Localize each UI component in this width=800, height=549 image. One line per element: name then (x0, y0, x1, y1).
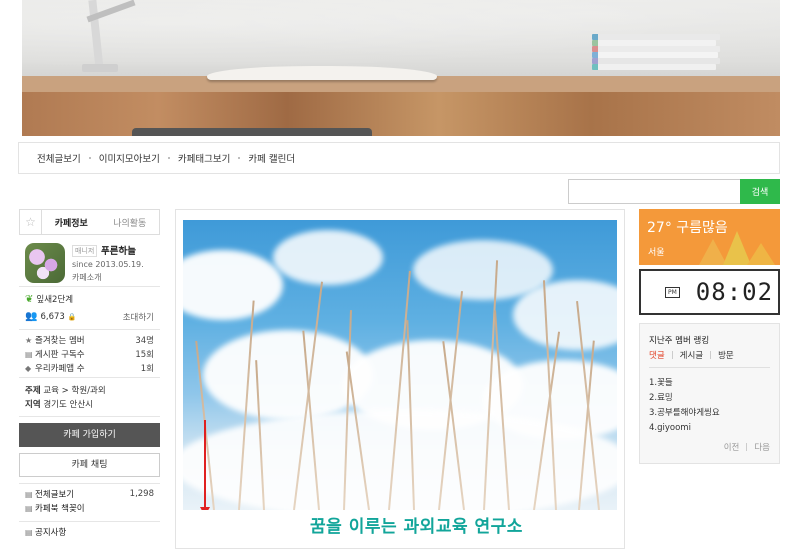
clock-time: 08:02 (695, 278, 774, 306)
ranking-title: 지난주 멤버 랭킹 (649, 336, 710, 346)
member-ranking: 지난주 멤버 랭킹 댓글 게시글 방문 1.꽃들 2.료밍 3.공부를해야게씽요… (639, 323, 780, 464)
star-icon[interactable]: ☆ (20, 210, 42, 234)
weather-widget[interactable]: 27° 구름많음 서울 (639, 209, 780, 265)
sidebar-tabs: ☆ 카페정보 나의활동 (19, 209, 160, 235)
cafe-since-date: since 2013.05.19. (72, 260, 144, 269)
list-item[interactable]: 1.꽃들 (649, 376, 770, 391)
nav-separator (88, 157, 91, 159)
nav-tags[interactable]: 카페태그보기 (178, 151, 230, 165)
nav-separator (238, 157, 241, 159)
next-button[interactable]: 다음 (754, 441, 770, 453)
cafe-chat-button[interactable]: 카페 채팅 (19, 453, 160, 477)
app-icon: ◆ (25, 363, 32, 373)
menu-item-count: 1,298 (129, 489, 154, 499)
star-icon: ★ (25, 335, 33, 345)
cafe-nav-bar: 전체글보기 이미지모아보기 카페태그보기 카페 캘린더 (18, 142, 780, 174)
list-item[interactable]: 2.료밍 (649, 391, 770, 406)
stat-value: 15회 (135, 350, 154, 360)
topic-label: 주제 (25, 386, 41, 396)
nav-image-gallery[interactable]: 이미지모아보기 (99, 151, 160, 165)
tab-comments[interactable]: 댓글 (649, 349, 665, 361)
red-arrow (204, 420, 206, 510)
nav-separator (167, 157, 170, 159)
member-count[interactable]: 6,673 (40, 312, 64, 322)
stat-label: 즐겨찾는 멤버 (35, 336, 85, 346)
stat-label: 우리카페앱 수 (35, 364, 85, 374)
menu-item-all-posts[interactable]: ▤ 전체글보기 1,298 (25, 487, 154, 501)
stat-board-subscriptions: ▤ 게시판 구독수 15회 (25, 347, 154, 361)
menu-item-label: 공지사항 (35, 528, 67, 538)
member-count-row: 👥 6,673 🔒 초대하기 (19, 308, 160, 330)
board-icon: ▤ (25, 489, 33, 499)
stat-app-count: ◆ 우리카페앱 수 1회 (25, 361, 154, 375)
nav-calendar[interactable]: 카페 캘린더 (248, 151, 295, 165)
menu-item-label: 카페북 책꽂이 (35, 504, 85, 514)
menu-item-label: 전체글보기 (35, 490, 75, 500)
cafe-stats: ★ 즐겨찾는 멤버 34명 ▤ 게시판 구독수 15회 ◆ 우리카페앱 수 1회 (19, 330, 160, 378)
members-icon: 👥 (25, 311, 38, 322)
tab-posts[interactable]: 게시글 (680, 349, 703, 361)
tab-my-activity[interactable]: 나의활동 (101, 216, 160, 229)
main-banner-photo (183, 220, 617, 510)
nav-all-posts[interactable]: 전체글보기 (37, 151, 81, 165)
ranking-list: 1.꽃들 2.료밍 3.공부를해야게씽요 4.giyoomi (649, 376, 770, 436)
cafe-menu: ▤ 전체글보기 1,298 ▤ 카페북 책꽂이 (19, 483, 160, 518)
cafe-banner-image (22, 0, 780, 136)
weather-temperature: 27° 구름많음 (647, 220, 728, 236)
manager-profile: 매니저 푸른하늘 since 2013.05.19. 카페소개 (19, 235, 160, 287)
stat-value: 1회 (140, 364, 154, 374)
manager-badge: 매니저 (72, 245, 98, 257)
leaf-icon: ❦ (25, 293, 34, 305)
board-icon: ▤ (25, 503, 33, 513)
cafe-intro-link[interactable]: 카페소개 (72, 272, 101, 283)
red-arrow-head (200, 507, 210, 510)
stat-label: 게시판 구독수 (35, 350, 85, 360)
cafe-level[interactable]: ❦ 잎새2단계 (19, 290, 160, 308)
board-icon: ▤ (25, 527, 33, 537)
search-button[interactable]: 검색 (740, 179, 780, 204)
manager-nickname[interactable]: 푸른하늘 (101, 243, 136, 257)
cafe-slogan: 꿈을 이루는 과외교육 연구소 (310, 517, 523, 537)
ranking-pager: 이전 다음 (724, 441, 770, 453)
weather-location: 서울 (648, 248, 665, 258)
stat-favorite-members: ★ 즐겨찾는 멤버 34명 (25, 333, 154, 347)
stat-value: 34명 (135, 336, 154, 346)
clock-widget: PM 08:02 (639, 269, 780, 315)
topic-value[interactable]: 교육 > 학원/과외 (43, 386, 105, 396)
ranking-tabs: 댓글 게시글 방문 (649, 349, 770, 368)
tab-cafe-info[interactable]: 카페정보 (42, 216, 101, 229)
clock-ampm: PM (665, 286, 680, 298)
list-item[interactable]: 4.giyoomi (649, 421, 770, 436)
region-value[interactable]: 경기도 안산시 (43, 400, 93, 410)
cafe-page: 전체글보기 이미지모아보기 카페태그보기 카페 캘린더 검색 ☆ 카페정보 나의… (0, 0, 800, 549)
board-icon: ▤ (25, 349, 33, 359)
cafe-search: 검색 (568, 179, 780, 204)
cafe-level-label: 잎새2단계 (36, 295, 74, 305)
menu-item-cafe-bookshelf[interactable]: ▤ 카페북 책꽂이 (25, 501, 154, 515)
tab-visits[interactable]: 방문 (718, 349, 734, 361)
search-input[interactable] (568, 179, 740, 204)
join-cafe-button[interactable]: 카페 가입하기 (19, 423, 160, 447)
menu-item-notice[interactable]: ▤ 공지사항 (19, 521, 160, 542)
prev-button[interactable]: 이전 (724, 441, 740, 453)
main-content: 꿈을 이루는 과외교육 연구소 (175, 209, 625, 549)
avatar[interactable] (25, 243, 65, 283)
cafe-topic-region: 주제 교육 > 학원/과외 지역 경기도 안산시 (19, 378, 160, 417)
list-item[interactable]: 3.공부를해야게씽요 (649, 406, 770, 421)
lock-icon: 🔒 (67, 312, 77, 321)
cafe-info-sidebar: ☆ 카페정보 나의활동 매니저 푸른하늘 since 2013.05.19. 카… (19, 209, 160, 549)
invite-link[interactable]: 초대하기 (123, 311, 154, 323)
region-label: 지역 (25, 400, 41, 410)
